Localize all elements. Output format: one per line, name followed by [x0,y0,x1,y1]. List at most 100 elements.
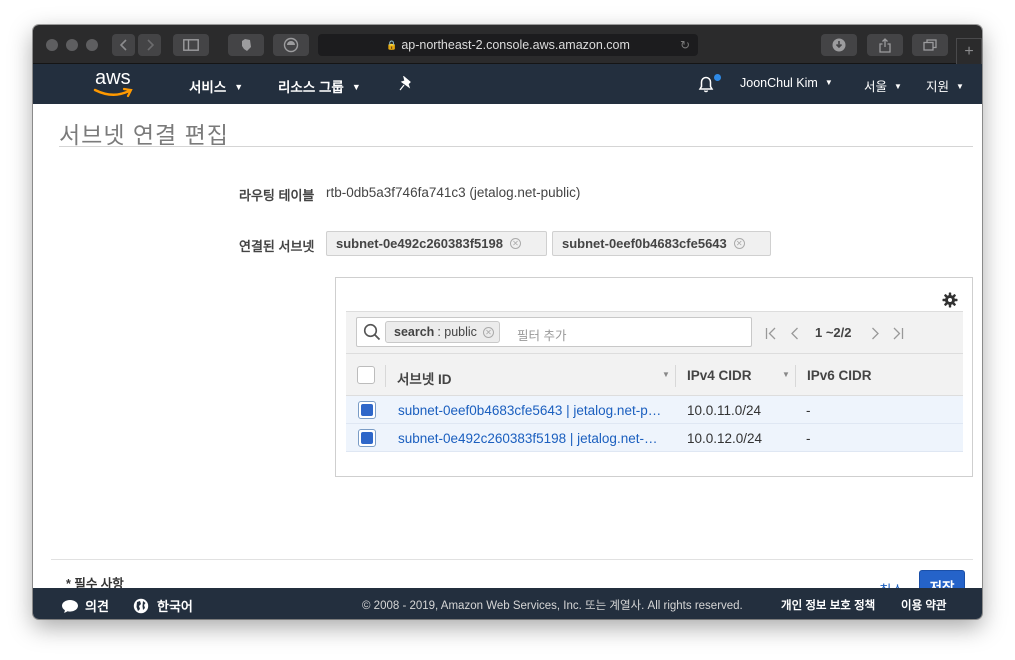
downloads-button[interactable] [821,34,857,56]
associated-subnet-tag: subnet-0eef0b4683cfe5643 ✕ [552,231,771,256]
ipv4-cidr-cell: 10.0.11.0/24 [687,403,762,418]
tag-label: subnet-0e492c260383f5198 [336,236,503,251]
prev-page-icon[interactable] [790,327,799,340]
aws-smile-icon [93,87,133,98]
chevron-down-icon: ▼ [824,78,833,87]
zoom-window-button[interactable] [86,39,98,51]
remove-tag-icon[interactable]: ✕ [733,238,745,249]
pagination-text: 1 ~2/2 [815,325,852,340]
column-header-ipv6-cidr[interactable]: IPv6 CIDR [807,368,872,383]
search-input[interactable]: search: public ✕ 필터 추가 [356,317,752,347]
associated-subnets-label: 연결된 서브넷 [239,239,315,254]
table-row[interactable]: subnet-0e492c260383f5198 | jetalog.net-p… [346,424,963,452]
notification-dot [714,74,721,81]
table-row[interactable]: subnet-0eef0b4683cfe5643 | jetalog.net-p… [346,396,963,424]
route-table-label: 라우팅 테이블 [239,188,315,203]
extension-icon [283,37,299,53]
sort-icon[interactable]: ▼ [782,370,790,379]
sidebar-icon [183,39,199,51]
tabs-icon [923,39,937,51]
extension-button[interactable] [273,34,309,56]
speech-bubble-icon [62,600,78,613]
column-divider [795,365,796,387]
search-icon [363,323,381,341]
ipv6-cidr-cell: - [806,431,811,446]
share-button[interactable] [867,34,903,56]
browser-toolbar: 🔒 ap-northeast-2.console.aws.amazon.com … [33,25,982,64]
browser-window: 🔒 ap-northeast-2.console.aws.amazon.com … [33,25,982,619]
region-menu[interactable]: 서울 ▼ [864,76,902,95]
filter-bar: search: public ✕ 필터 추가 1 ~2/2 [346,311,963,353]
pin-button[interactable] [399,75,413,97]
column-header-ipv4-cidr[interactable]: IPv4 CIDR [687,368,752,383]
filter-placeholder: 필터 추가 [517,329,567,343]
feedback-button[interactable]: 의견 [61,596,109,615]
resource-groups-label: 리소스 그룹 [278,80,344,95]
region-label: 서울 [864,80,888,94]
filter-value: : public [437,325,477,339]
privacy-policy-link[interactable]: 개인 정보 보호 정책 [781,597,875,613]
share-icon [879,37,891,53]
support-label: 지원 [926,80,950,94]
evernote-extension-button[interactable] [228,34,264,56]
address-bar[interactable]: 🔒 ap-northeast-2.console.aws.amazon.com … [318,34,698,56]
sort-icon[interactable]: ▼ [662,370,670,379]
first-page-icon[interactable] [765,327,777,340]
subnet-id-link[interactable]: subnet-0eef0b4683cfe5643 | jetalog.net-p… [398,403,664,418]
page-title: 서브넷 연결 편집 [59,122,229,148]
tabs-overview-button[interactable] [912,34,948,56]
chevron-down-icon: ▼ [351,82,361,92]
filter-token[interactable]: search: public ✕ [385,321,500,343]
column-divider [675,365,676,387]
associated-subnet-tag: subnet-0e492c260383f5198 ✕ [326,231,547,256]
evernote-icon [242,39,251,51]
route-table-value: rtb-0db5a3f746fa741c3 (jetalog.net-publi… [326,185,581,200]
column-divider [385,365,386,387]
support-menu[interactable]: 지원 ▼ [926,76,964,95]
row-checkbox[interactable] [358,401,376,419]
subnet-table-panel: search: public ✕ 필터 추가 1 ~2/2 서브넷 ID ▼ IP… [335,277,973,477]
aws-logo[interactable]: aws [93,67,137,99]
language-label: 한국어 [157,599,193,614]
gear-icon[interactable] [942,292,958,308]
remove-tag-icon[interactable]: ✕ [509,238,521,249]
services-menu[interactable]: 서비스 ▼ [189,76,243,96]
last-page-icon[interactable] [892,327,904,340]
chevron-down-icon: ▼ [234,82,244,92]
download-icon [832,38,846,52]
globe-icon [133,598,149,614]
sidebar-toggle-button[interactable] [173,34,209,56]
chevron-right-icon [146,39,154,51]
resource-groups-menu[interactable]: 리소스 그룹 ▼ [278,76,361,96]
remove-filter-icon[interactable]: ✕ [482,326,494,338]
account-menu[interactable]: JoonChul Kim ▼ [740,76,833,90]
aws-navbar: aws 서비스 ▼ 리소스 그룹 ▼ JoonChul Kim ▼ 서울 ▼ 지원 ▼ [33,64,982,104]
tag-label: subnet-0eef0b4683cfe5643 [562,236,727,251]
close-window-button[interactable] [46,39,58,51]
services-label: 서비스 [189,80,227,95]
ipv4-cidr-cell: 10.0.12.0/24 [687,431,763,446]
row-checkbox[interactable] [358,429,376,447]
main-content: 서브넷 연결 편집 라우팅 테이블 rtb-0db5a3f746fa741c3 … [33,104,982,602]
lock-icon: 🔒 [386,39,398,50]
subnet-id-link[interactable]: subnet-0e492c260383f5198 | jetalog.net-p… [398,431,664,446]
back-button[interactable] [112,34,135,56]
terms-of-use-link[interactable]: 이용 약관 [901,597,947,613]
select-all-checkbox[interactable] [357,366,375,384]
chevron-down-icon: ▼ [894,82,902,91]
bell-icon[interactable] [696,74,716,94]
forward-button[interactable] [138,34,161,56]
minimize-window-button[interactable] [66,39,78,51]
next-page-icon[interactable] [871,327,880,340]
form-footer-divider [51,559,973,560]
plus-icon: + [964,42,974,60]
copyright-text: © 2008 - 2019, Amazon Web Services, Inc.… [362,600,743,612]
user-name: JoonChul Kim [740,76,818,90]
chevron-left-icon [119,39,127,51]
column-header-subnet-id[interactable]: 서브넷 ID [397,368,452,388]
title-divider [59,146,973,147]
reload-icon[interactable]: ↻ [680,38,690,52]
language-selector[interactable]: 한국어 [133,596,193,615]
new-tab-button[interactable]: + [956,38,982,64]
feedback-label: 의견 [85,599,109,614]
